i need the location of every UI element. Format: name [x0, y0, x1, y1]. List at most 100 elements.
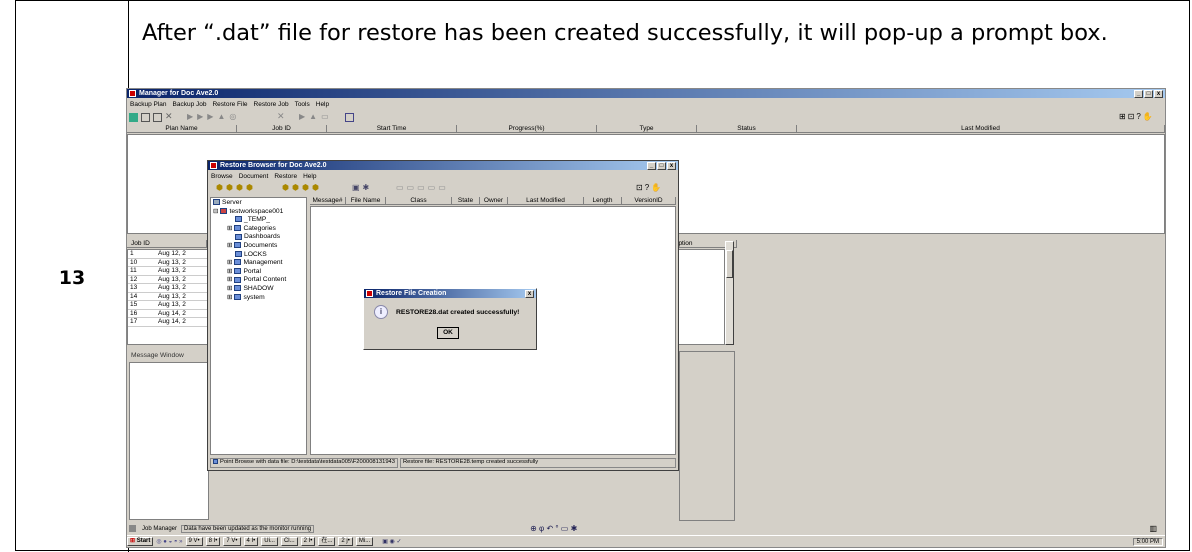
job-row[interactable]: 11 Aug 13, 2 [128, 267, 208, 276]
job-row[interactable]: 15 Aug 13, 2 [128, 301, 208, 310]
tray-icons[interactable]: ▣ ◉ ✓ [382, 538, 401, 545]
job-row[interactable]: 17 Aug 14, 2 [128, 318, 208, 327]
browser-status-left: Point Browse with data file: D:\testdata… [210, 458, 398, 468]
manager-title: Manager for Doc Ave2.0 [139, 90, 219, 97]
tree-item[interactable]: ⊞ Portal [213, 268, 304, 277]
workspace-icon [220, 207, 228, 214]
ok-button[interactable]: OK [437, 327, 459, 339]
browser-app-icon [210, 162, 217, 169]
tree-item[interactable]: ⊞ Documents [213, 242, 304, 251]
menu-document[interactable]: Document [239, 173, 269, 180]
taskbar-item[interactable]: Mi... [355, 537, 374, 546]
job-row[interactable]: 14 Aug 13, 2 [128, 293, 208, 301]
taskbar-item[interactable]: 9 V• [185, 537, 203, 546]
taskbar-item[interactable]: 2 j• [338, 537, 353, 546]
col-progress[interactable]: Progress(%) [457, 125, 597, 132]
menu-tools[interactable]: Tools [295, 101, 310, 108]
tree-item[interactable]: _TEMP_ [213, 216, 304, 225]
open-icon[interactable] [153, 113, 162, 122]
folder-icon [234, 285, 242, 292]
scroll-thumb[interactable] [726, 250, 733, 278]
tree-item[interactable]: ⊞ SHADOW [213, 285, 304, 294]
job-row[interactable]: 16 Aug 14, 2 [128, 310, 208, 318]
delete-icon[interactable]: ✕ [165, 111, 173, 122]
job-list-scrollbar[interactable] [725, 241, 734, 345]
browser-minimize-icon[interactable]: _ [647, 162, 656, 170]
maximize-icon[interactable]: □ [1144, 90, 1153, 98]
menu-help[interactable]: Help [303, 173, 316, 180]
play-controls-icon[interactable]: ▶▶▶▲◎ [187, 112, 240, 121]
close-icon[interactable]: x [1154, 90, 1163, 98]
col-state[interactable]: State [452, 197, 480, 204]
menu-help[interactable]: Help [316, 101, 329, 108]
menu-restore-job[interactable]: Restore Job [254, 101, 289, 108]
browse-tools-icon[interactable]: ⬢⬢⬢⬢ [216, 183, 256, 192]
taskbar-item[interactable]: 4 I• [243, 537, 259, 546]
right-empty-panel [679, 351, 735, 521]
minimize-icon[interactable]: _ [1134, 90, 1143, 98]
browser-maximize-icon[interactable]: □ [657, 162, 666, 170]
col-owner[interactable]: Owner [480, 197, 508, 204]
col-type[interactable]: Type [597, 125, 697, 132]
job-row[interactable]: 13 Aug 13, 2 [128, 284, 208, 293]
job-row[interactable]: 10 Aug 13, 2 [128, 259, 208, 267]
tree-item[interactable]: ⊞ Categories [213, 225, 304, 234]
server-tree: Server ⊟ testworkspace001 _TEMP_ ⊞ Categ… [210, 197, 307, 455]
taskbar-item[interactable]: 8 I• [205, 537, 221, 546]
col-plan-name[interactable]: Plan Name [127, 125, 237, 132]
tree-item-workspace[interactable]: ⊟ testworkspace001 [213, 208, 304, 217]
new-plan-icon[interactable] [129, 113, 138, 122]
col-job-id[interactable]: Job ID [237, 125, 327, 132]
col-message-number[interactable]: Message# [310, 197, 346, 204]
help-tools-icon[interactable]: ⊞⊡?✋ [1119, 112, 1155, 121]
taskbar-item[interactable]: 在... [318, 537, 336, 546]
col-last-modified-2[interactable]: Last Modified [508, 197, 584, 204]
page-icon[interactable] [141, 113, 150, 122]
message-window [129, 362, 209, 520]
monitor-icon[interactable] [345, 113, 354, 122]
tree-item[interactable]: LOCKS [213, 251, 304, 260]
tree-item[interactable]: ⊞ Portal Content [213, 276, 304, 285]
browser-close-icon[interactable]: x [667, 162, 676, 170]
col-status[interactable]: Status [697, 125, 797, 132]
taskbar-item[interactable]: 7 V• [223, 537, 241, 546]
menu-backup-job[interactable]: Backup Job [173, 101, 207, 108]
tree-item[interactable]: ⊞ system [213, 294, 304, 303]
col-last-modified[interactable]: Last Modified [797, 125, 1165, 132]
search-tools-icon[interactable]: ▣✱ [352, 183, 372, 192]
tree-item-server[interactable]: Server [213, 199, 304, 208]
menu-restore-file[interactable]: Restore File [212, 101, 247, 108]
taskbar-item[interactable]: Ui... [261, 537, 278, 546]
col-version-id[interactable]: VersionID [622, 197, 676, 204]
quick-launch-icons[interactable]: ◎ ● ◒ ◓ » [156, 538, 182, 545]
manager-toolbar: ✕ ▶▶▶▲◎ ✕ ▶▲▭ ⊞⊡?✋ [129, 111, 1163, 123]
ime-toolbar-icon[interactable]: ⊕ φ ↶ ° ▭ ✱ [530, 524, 577, 533]
job-controls-icon[interactable]: ▶▲▭ [299, 112, 333, 121]
col-class[interactable]: Class [386, 197, 452, 204]
menu-browse[interactable]: Browse [211, 173, 233, 180]
dialog-close-icon[interactable]: x [525, 290, 534, 298]
col-length[interactable]: Length [584, 197, 622, 204]
col-start-time[interactable]: Start Time [327, 125, 457, 132]
job-row[interactable]: 1 Aug 12, 2 [128, 250, 208, 259]
menu-backup-plan[interactable]: Backup Plan [130, 101, 167, 108]
taskbar-item[interactable]: Cl... [280, 537, 298, 546]
tray-extra-icon[interactable]: ▥ [1149, 524, 1157, 533]
browser-help-icon[interactable]: ⊡?✋ [636, 183, 663, 192]
plan-table-header: Plan Name Job ID Start Time Progress(%) … [127, 125, 1165, 133]
start-button[interactable]: ⊞ Start [127, 537, 154, 546]
tree-item[interactable]: Dashboards [213, 233, 304, 242]
folder-icon [234, 267, 242, 274]
status-text: Data have been updated as the monitor ru… [181, 524, 315, 533]
taskbar-item[interactable]: 2 I• [300, 537, 316, 546]
browser-menubar: Browse Document Restore Help [208, 173, 316, 180]
stop-icon[interactable]: ✕ [277, 111, 285, 122]
manager-window-controls: _ □ x [1134, 90, 1163, 98]
col-file-name[interactable]: File Name [346, 197, 386, 204]
col-job-id-2[interactable]: Job ID [127, 240, 207, 247]
job-row[interactable]: 12 Aug 13, 2 [128, 276, 208, 284]
menu-restore[interactable]: Restore [274, 173, 297, 180]
view-tools-icon[interactable]: ▭▭▭▭▭ [396, 183, 449, 192]
restore-tools-icon[interactable]: ⬢⬢⬢⬢ [282, 183, 322, 192]
tree-item[interactable]: ⊞ Management [213, 259, 304, 268]
